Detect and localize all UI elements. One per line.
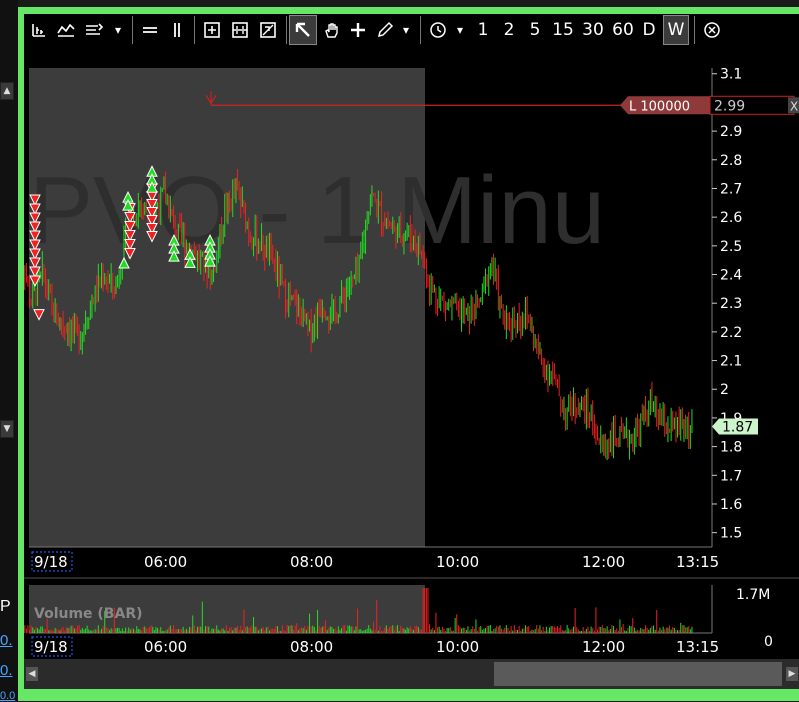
order-line-price: 2.99 (714, 98, 745, 114)
scroll-left-arrow-icon[interactable]: ◀ (26, 667, 38, 681)
interval-15-button[interactable]: 15 (550, 16, 576, 44)
price-tick-label: 2.6 (720, 210, 742, 226)
price-tick-label: 2.9 (720, 124, 742, 140)
zoom-in-icon[interactable] (200, 16, 224, 44)
price-tick-label: 1.8 (720, 440, 742, 456)
panel-link-3[interactable]: 0.0 (0, 690, 15, 702)
interval-30-button[interactable]: 30 (580, 16, 606, 44)
interval-60-button[interactable]: 60 (610, 16, 636, 44)
chart-toolbar: ▾ ▾ ▾ 1 2 5 15 30 60 D W (24, 14, 799, 49)
horizontal-scrollbar[interactable]: ◀ ▶ (24, 659, 799, 689)
interval-5-button[interactable]: 5 (524, 16, 546, 44)
last-price-marker: 1.87 (712, 418, 758, 436)
volume-time-tick-label: 06:00 (144, 638, 187, 656)
premarket-shade (29, 68, 425, 547)
last-price-label: 1.87 (722, 420, 753, 436)
volume-time-tick-label: 9/18 (34, 638, 68, 656)
style-dropdown-icon[interactable]: ▾ (110, 16, 126, 44)
price-tick-label: 1.7 (720, 468, 742, 484)
crosshair-tool-icon[interactable] (346, 16, 370, 44)
horizontal-line-tool-icon[interactable] (138, 16, 162, 44)
time-tick-label: 12:00 (582, 553, 625, 571)
bar-style-icon[interactable] (28, 16, 50, 44)
hand-tool-icon[interactable] (320, 16, 344, 44)
price-tick-label: 2.4 (720, 268, 742, 284)
price-tick-label: 2.2 (720, 325, 742, 341)
volume-time-tick-label: 13:15 (676, 638, 719, 656)
scrollbar-thumb[interactable] (494, 662, 782, 686)
panel-label: P (0, 598, 11, 615)
symbol-watermark: PVO - 1 Minu (29, 157, 605, 264)
price-chart[interactable]: PVO - 1 Minu 3.132.92.82.72.62.52.42.32.… (24, 48, 799, 659)
panel-link-1[interactable]: 0. (0, 632, 13, 649)
price-tick-label: 3.1 (720, 67, 742, 83)
price-tick-label: 2.5 (720, 239, 742, 255)
interval-2-button[interactable]: 2 (498, 16, 520, 44)
chart-window-inner: ▾ ▾ ▾ 1 2 5 15 30 60 D W PVO - 1 Minu 3.… (24, 14, 799, 689)
vertical-line-tool-icon[interactable] (166, 16, 188, 44)
price-tick-label: 1.5 (720, 526, 742, 542)
zoom-fit-icon[interactable] (228, 16, 252, 44)
volume-time-tick-label: 08:00 (290, 638, 333, 656)
price-tick-label: 2.3 (720, 296, 742, 312)
time-tick-label: 9/18 (34, 553, 68, 571)
indicators-icon[interactable] (82, 16, 106, 44)
clock-icon[interactable] (426, 16, 450, 44)
chart-window: ▾ ▾ ▾ 1 2 5 15 30 60 D W PVO - 1 Minu 3.… (18, 7, 799, 701)
scroll-down-arrow-icon[interactable]: ▼ (0, 420, 14, 438)
volume-time-tick-label: 10:00 (436, 638, 479, 656)
time-tick-label: 06:00 (144, 553, 187, 571)
order-line-label: L 100000 (629, 99, 690, 114)
price-tick-label: 2.8 (720, 153, 742, 169)
price-tick-label: 2.1 (720, 354, 742, 370)
interval-day-button[interactable]: D (638, 16, 660, 44)
time-tick-label: 08:00 (290, 553, 333, 571)
volume-panel-title: Volume (BAR) (34, 606, 143, 622)
volume-time-tick-label: 12:00 (582, 638, 625, 656)
price-tick-label: 2 (720, 382, 729, 398)
time-tick-label: 13:15 (676, 553, 719, 571)
time-tick-label: 10:00 (436, 553, 479, 571)
interval-1-button[interactable]: 1 (472, 16, 494, 44)
interval-dropdown-icon[interactable]: ▾ (452, 16, 468, 44)
line-style-icon[interactable] (54, 16, 78, 44)
order-line-close-icon[interactable]: X (790, 99, 798, 113)
interval-week-button[interactable]: W (663, 15, 689, 45)
zoom-reset-icon[interactable] (256, 16, 280, 44)
price-tick-label: 2.7 (720, 181, 742, 197)
pencil-tool-icon[interactable] (374, 16, 396, 44)
close-chart-icon[interactable] (700, 16, 724, 44)
pointer-tool-icon[interactable] (289, 15, 317, 45)
scroll-up-arrow-icon[interactable]: ▲ (0, 82, 14, 100)
volume-max-label: 1.7M (736, 587, 770, 603)
scroll-right-arrow-icon[interactable]: ▶ (786, 667, 798, 681)
left-panel-strip: ▲ ▼ P 0. 0. 0.0 (0, 0, 18, 702)
price-tick-label: 1.6 (720, 497, 742, 513)
volume-min-label: 0 (764, 634, 773, 650)
draw-tool-dropdown-icon[interactable]: ▾ (398, 16, 414, 44)
panel-link-2[interactable]: 0. (0, 662, 13, 679)
